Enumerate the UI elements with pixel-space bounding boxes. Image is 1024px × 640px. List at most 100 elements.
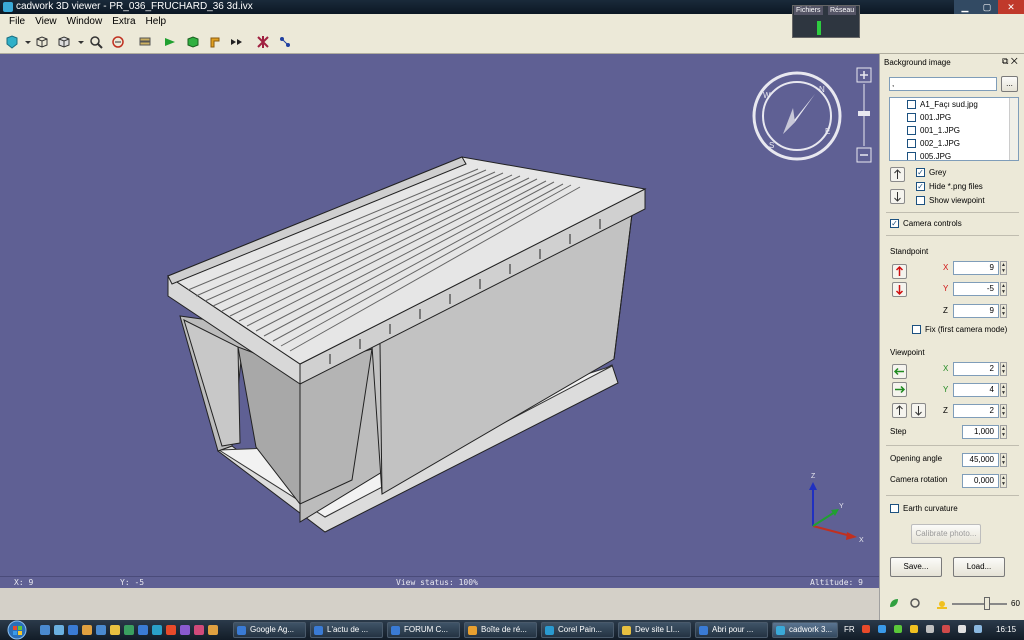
opening-angle-input[interactable]: 45,000	[962, 453, 999, 467]
save-button[interactable]: Save...	[890, 557, 942, 577]
language-indicator[interactable]: FR	[844, 625, 855, 634]
menu-help[interactable]: Help	[141, 14, 172, 30]
tray-icon[interactable]	[894, 625, 902, 633]
wireframe-cube-icon[interactable]	[34, 34, 50, 50]
file-checkbox[interactable]	[907, 113, 916, 122]
close-button[interactable]: ✕	[998, 0, 1024, 14]
task-button[interactable]: FORUM C...	[387, 622, 460, 638]
quicklaunch-icon[interactable]	[40, 625, 50, 635]
tray-icon[interactable]	[910, 625, 918, 633]
points-icon[interactable]	[277, 34, 293, 50]
camera-rotation-spinner[interactable]: ▲ ▼	[1000, 474, 1007, 488]
file-checkbox[interactable]	[907, 100, 916, 109]
menu-window[interactable]: Window	[62, 14, 108, 30]
quicklaunch-icon[interactable]	[180, 625, 190, 635]
file-item[interactable]: 005.JPG	[890, 150, 1018, 160]
standpoint-y-spinner[interactable]: ▲ ▼	[1000, 282, 1007, 296]
standpoint-y-input[interactable]: -5	[953, 282, 999, 296]
network-icon[interactable]	[974, 625, 982, 633]
dropdown-icon[interactable]	[73, 34, 84, 50]
file-item[interactable]: A1_Façı sud.jpg	[890, 98, 1018, 111]
viewpoint-right-button[interactable]	[892, 382, 907, 397]
hide-png-checkbox[interactable]: ✓	[916, 182, 925, 191]
camera-controls-checkbox[interactable]: ✓	[890, 219, 899, 228]
load-button[interactable]: Load...	[953, 557, 1005, 577]
viewpoint-down-button[interactable]	[911, 403, 926, 418]
leaf-icon[interactable]	[888, 597, 900, 609]
quicklaunch-icon[interactable]	[54, 625, 64, 635]
opening-angle-spinner[interactable]: ▲ ▼	[1000, 453, 1007, 467]
file-item[interactable]: 001_1.JPG	[890, 124, 1018, 137]
earth-curvature-checkbox[interactable]	[890, 504, 899, 513]
maximize-button[interactable]: ▢	[976, 0, 998, 14]
viewpoint-z-spinner[interactable]: ▲ ▼	[1000, 404, 1007, 418]
standpoint-z-input[interactable]: 9	[953, 304, 999, 318]
minimize-button[interactable]: ▁	[954, 0, 976, 14]
image-path-input[interactable]: ,	[889, 77, 997, 91]
dropdown-icon[interactable]	[20, 34, 31, 50]
green-cube-icon[interactable]	[185, 34, 201, 50]
standpoint-x-spinner[interactable]: ▲ ▼	[1000, 261, 1007, 275]
quicklaunch-icon[interactable]	[138, 625, 148, 635]
volume-icon[interactable]	[958, 625, 966, 633]
standpoint-up-button[interactable]	[892, 264, 907, 279]
file-checkbox[interactable]	[907, 152, 916, 160]
task-button[interactable]: Corel Pain...	[541, 622, 614, 638]
standpoint-x-input[interactable]: 9	[953, 261, 999, 275]
3d-viewport[interactable]: N S E W Z Y X	[0, 54, 879, 576]
refresh-icon[interactable]	[909, 597, 921, 609]
task-button[interactable]: Abri pour ...	[695, 622, 768, 638]
viewpoint-y-spinner[interactable]: ▲ ▼	[1000, 383, 1007, 397]
task-button-active[interactable]: cadwork 3...	[772, 622, 838, 638]
task-button[interactable]: Boîte de ré...	[464, 622, 537, 638]
tray-icon[interactable]	[942, 625, 950, 633]
viewpoint-z-input[interactable]: 2	[953, 404, 999, 418]
tray-icon[interactable]	[926, 625, 934, 633]
task-button[interactable]: Google Ag...	[233, 622, 306, 638]
quicklaunch-icon[interactable]	[68, 625, 78, 635]
cube-view-icon[interactable]	[56, 34, 72, 50]
navigate-icon[interactable]	[110, 34, 126, 50]
quicklaunch-icon[interactable]	[110, 625, 120, 635]
file-checkbox[interactable]	[907, 139, 916, 148]
menu-extra[interactable]: Extra	[107, 14, 140, 30]
viewpoint-x-input[interactable]: 2	[953, 362, 999, 376]
clock[interactable]: 16:15	[996, 625, 1016, 634]
task-button[interactable]: L'actu de ...	[310, 622, 383, 638]
browse-button[interactable]: ...	[1001, 76, 1018, 92]
quicklaunch-icon[interactable]	[166, 625, 176, 635]
standpoint-down-button[interactable]	[892, 282, 907, 297]
brightness-slider-thumb[interactable]	[984, 597, 990, 610]
viewpoint-up-button[interactable]	[892, 403, 907, 418]
viewpoint-x-spinner[interactable]: ▲ ▼	[1000, 362, 1007, 376]
move-up-button[interactable]	[890, 167, 905, 182]
image-file-list[interactable]: A1_Façı sud.jpg 001.JPG 001_1.JPG 002_1.…	[889, 97, 1019, 161]
viewpoint-y-input[interactable]: 4	[953, 383, 999, 397]
brightness-slider-track[interactable]	[952, 603, 1007, 605]
tray-icon[interactable]	[878, 625, 886, 633]
fix-camera-checkbox[interactable]	[912, 325, 921, 334]
start-button[interactable]	[2, 620, 32, 640]
file-checkbox[interactable]	[907, 126, 916, 135]
panel-pin-close-icons[interactable]: ⧉ ✕	[1002, 56, 1018, 67]
tray-icon[interactable]	[862, 625, 870, 633]
menu-file[interactable]: File	[4, 14, 30, 30]
quicklaunch-icon[interactable]	[124, 625, 134, 635]
calibrate-photo-button[interactable]: Calibrate photo...	[911, 524, 981, 544]
orange-bracket-icon[interactable]	[207, 34, 223, 50]
quicklaunch-icon[interactable]	[152, 625, 162, 635]
section-icon[interactable]	[255, 34, 271, 50]
play-icon[interactable]	[229, 34, 245, 50]
camera-rotation-input[interactable]: 0,000	[962, 474, 999, 488]
standpoint-z-spinner[interactable]: ▲ ▼	[1000, 304, 1007, 318]
shaded-view-icon[interactable]	[4, 34, 20, 50]
move-down-button[interactable]	[890, 189, 905, 204]
menu-view[interactable]: View	[30, 14, 62, 30]
task-button[interactable]: Dev site LI...	[618, 622, 691, 638]
file-item[interactable]: 001.JPG	[890, 111, 1018, 124]
zoom-icon[interactable]	[88, 34, 104, 50]
grey-checkbox[interactable]: ✓	[916, 168, 925, 177]
green-arrow-icon[interactable]	[162, 34, 178, 50]
quicklaunch-icon[interactable]	[82, 625, 92, 635]
step-spinner[interactable]: ▲ ▼	[1000, 425, 1007, 439]
